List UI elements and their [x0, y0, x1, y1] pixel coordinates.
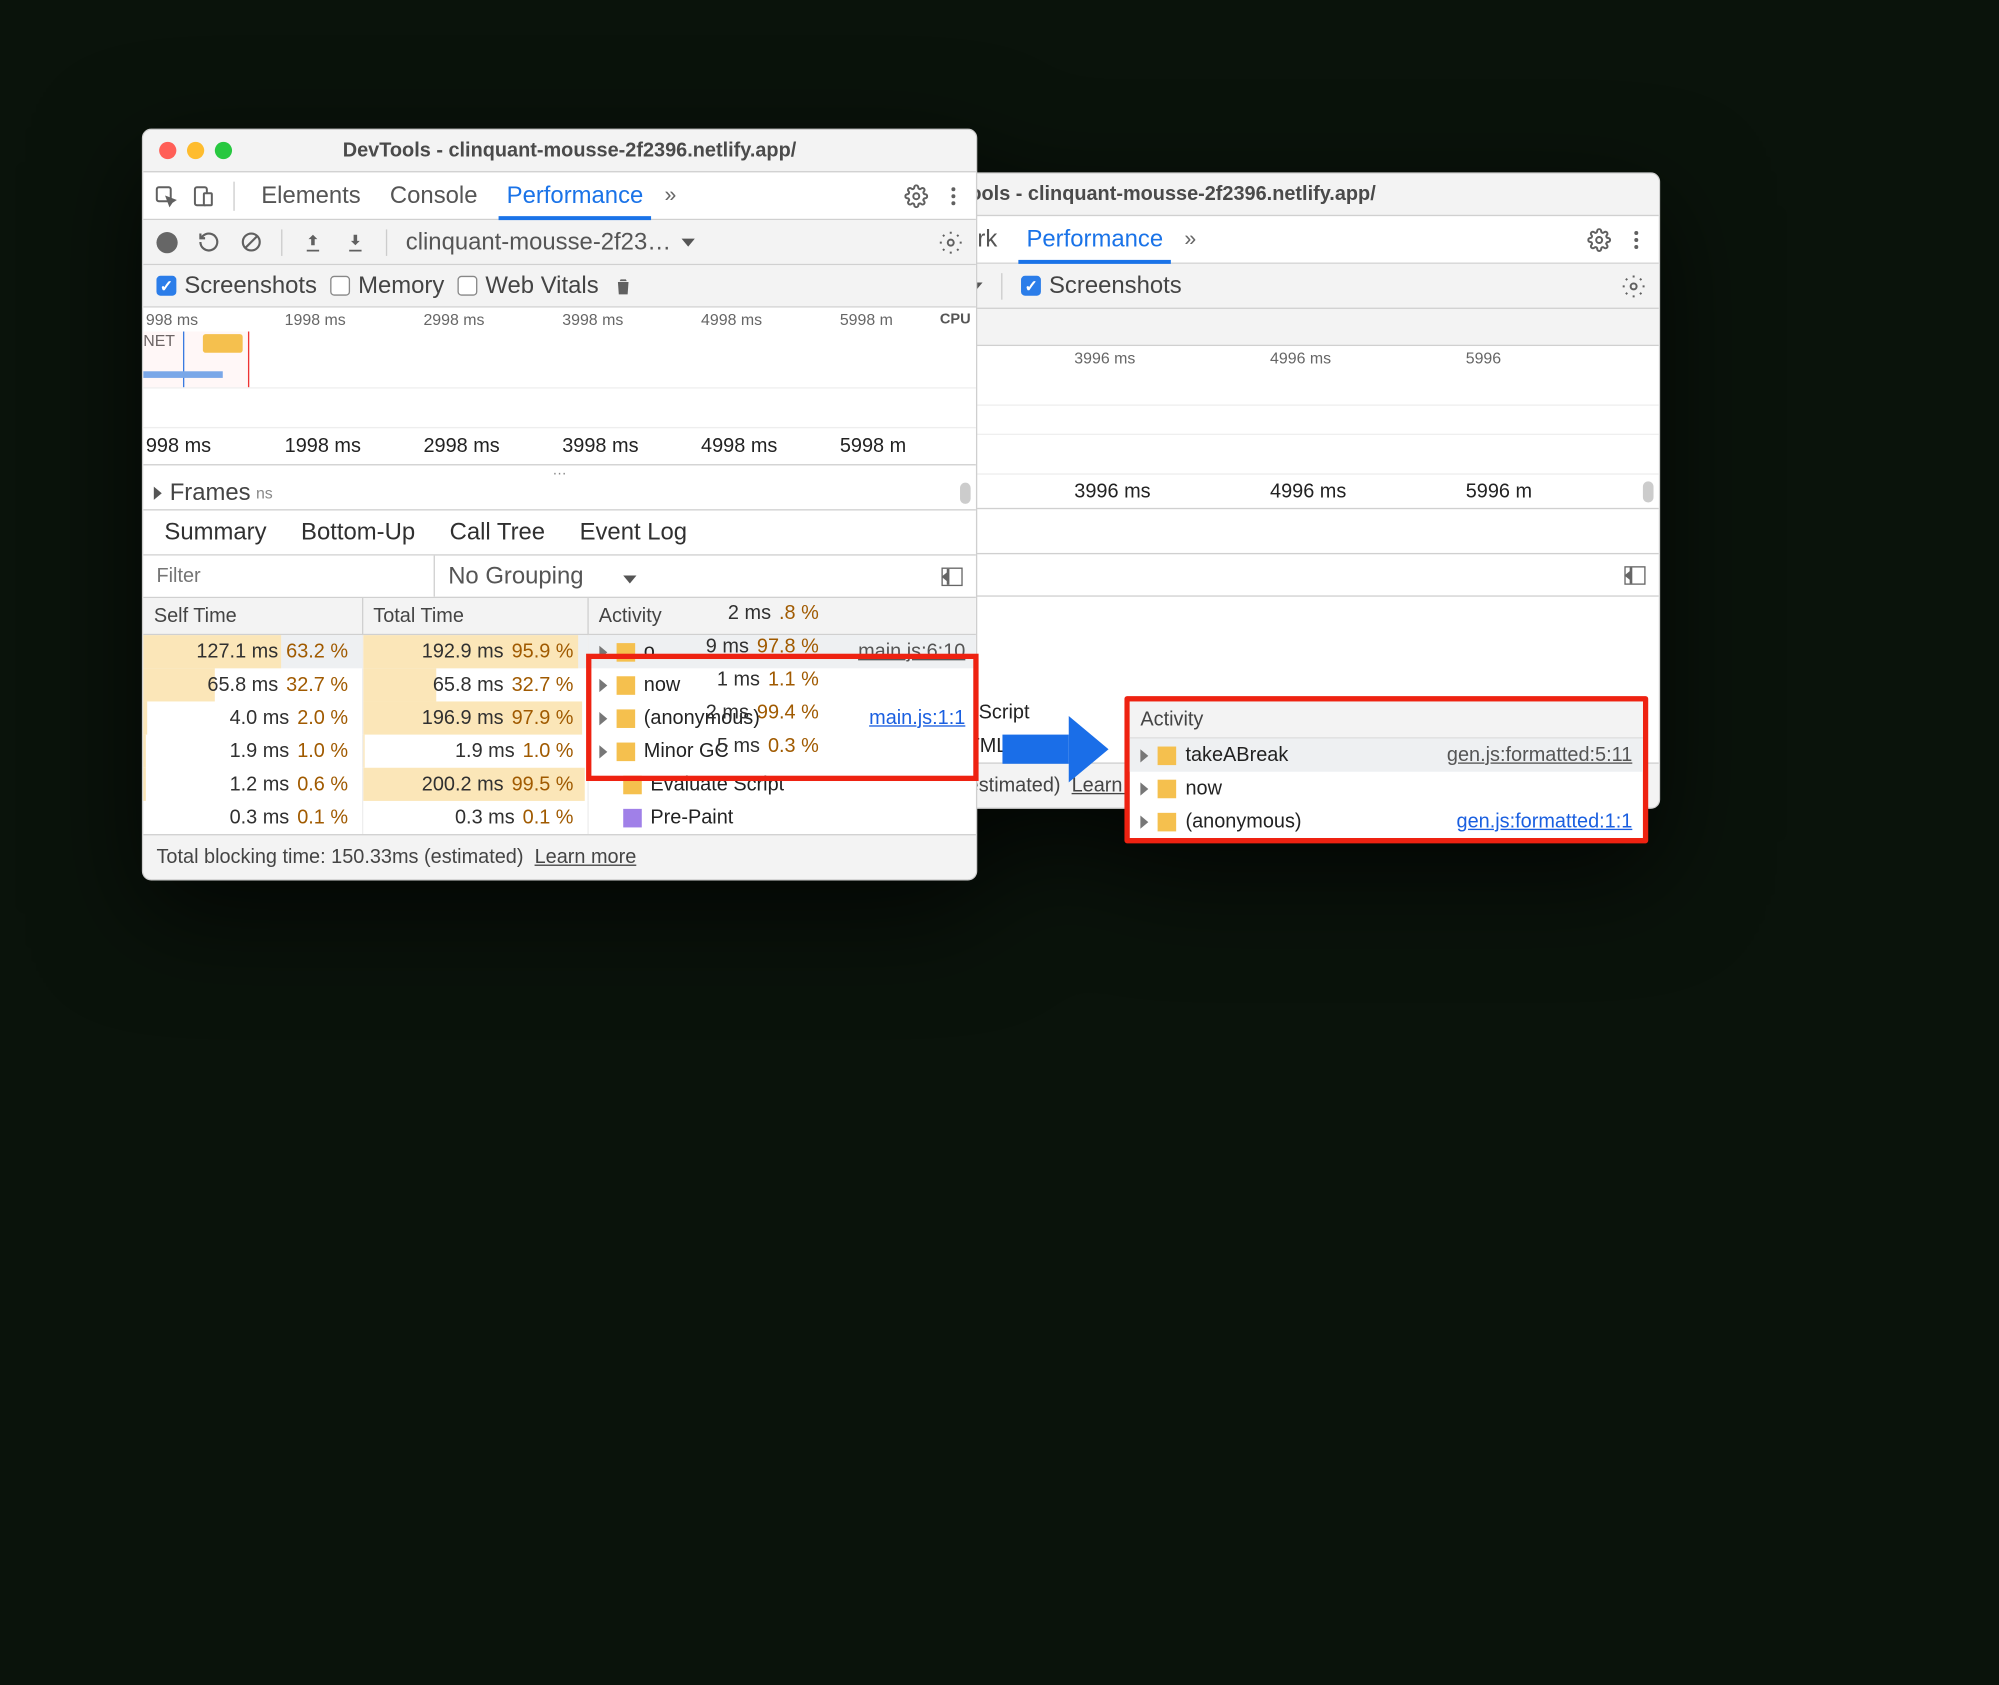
caret-down-icon — [682, 238, 695, 246]
subtab-eventlog[interactable]: Event Log — [566, 518, 700, 546]
subtab-calltree[interactable]: Call Tree — [436, 518, 558, 546]
script-icon — [1158, 779, 1177, 798]
table-row[interactable]: 127.1 ms63.2 %192.9 ms95.9 %omain.js:6:1… — [143, 634, 976, 668]
net-chunk — [143, 371, 223, 378]
more-tabs-icon[interactable]: » — [665, 184, 677, 208]
subtab-summary[interactable]: Summary — [151, 518, 280, 546]
checkbox-icon — [330, 276, 350, 296]
script-icon — [1158, 746, 1177, 765]
source-link[interactable]: main.js:1:1 — [869, 707, 965, 730]
activity-color-icon — [616, 709, 635, 728]
url-dropdown[interactable]: clinquant-mousse-2f23… — [406, 228, 695, 256]
table-row[interactable]: 0.3 ms0.1 %0.3 ms0.1 %Pre-Paint — [143, 801, 976, 834]
window-title: Tools - clinquant-mousse-2f2396.netlify.… — [959, 183, 1659, 206]
expand-icon[interactable] — [1140, 749, 1148, 762]
table-row[interactable]: 65.8 ms32.7 %65.8 ms32.7 %now — [143, 668, 976, 701]
kebab-icon[interactable] — [1624, 227, 1648, 251]
more-tabs-icon[interactable]: » — [1184, 227, 1196, 251]
screenshots-checkbox[interactable]: Screenshots — [1021, 272, 1182, 300]
sidepanel-toggle-icon[interactable] — [941, 567, 962, 586]
expand-icon[interactable] — [599, 645, 607, 658]
upload-icon[interactable] — [301, 230, 325, 254]
source-link[interactable]: gen.js:formatted:1:1 — [1457, 810, 1633, 833]
reload-icon[interactable] — [196, 230, 220, 254]
learn-more-link[interactable]: Learn more — [535, 846, 637, 869]
grouping-dropdown[interactable]: No Grouping — [435, 562, 976, 590]
cpu-label: CPU — [940, 312, 971, 328]
expand-icon[interactable] — [1140, 815, 1148, 828]
tab-performance[interactable]: Performance — [499, 172, 652, 218]
sidepanel-toggle-icon[interactable] — [1624, 566, 1645, 585]
comparison-arrow — [1002, 716, 1108, 782]
filter-row: No Grouping — [143, 556, 976, 598]
expand-icon[interactable] — [599, 711, 607, 724]
zoom-window-icon[interactable] — [215, 142, 232, 159]
timeline-overview[interactable]: 998 ms 1998 ms 2998 ms 3998 ms 4998 ms 5… — [143, 308, 976, 466]
tab-performance[interactable]: Performance — [1019, 216, 1172, 262]
perf-options-row: Screenshots Memory Web Vitals — [143, 265, 976, 307]
main-tabbar: Elements Console Performance » — [143, 172, 976, 220]
kebab-icon[interactable] — [941, 184, 965, 208]
expand-icon[interactable] — [154, 486, 162, 499]
traffic-lights[interactable] — [159, 142, 232, 159]
download-icon[interactable] — [343, 230, 367, 254]
filter-input[interactable] — [143, 556, 435, 597]
col-totaltime[interactable]: Total Time — [362, 598, 587, 634]
activity-color-icon — [616, 742, 635, 761]
inspect-icon[interactable] — [154, 184, 178, 208]
footer: Total blocking time: 150.33ms (estimated… — [143, 834, 976, 879]
activity-color-icon — [616, 642, 635, 661]
activity-color-icon — [623, 808, 642, 827]
trash-icon[interactable] — [612, 274, 636, 298]
perf-subtabs: Summary Bottom-Up Call Tree Event Log — [143, 511, 976, 556]
gear-icon[interactable] — [1622, 274, 1646, 298]
activity-color-icon — [616, 676, 635, 695]
table-row[interactable]: 4.0 ms2.0 %196.9 ms97.9 %(anonymous)main… — [143, 701, 976, 734]
highlight-box-after: Activity takeABreak gen.js:formatted:5:1… — [1124, 696, 1648, 843]
scroll-indicator[interactable] — [960, 482, 971, 503]
source-link[interactable]: main.js:6:10 — [858, 640, 965, 663]
activity-color-icon — [623, 775, 642, 794]
col-selftime[interactable]: Self Time — [143, 598, 362, 634]
source-link[interactable]: gen.js:formatted:5:11 — [1447, 744, 1632, 767]
titlebar[interactable]: DevTools - clinquant-mousse-2f2396.netli… — [143, 130, 976, 172]
activity-row[interactable]: (anonymous) gen.js:formatted:1:1 — [1130, 805, 1643, 838]
webvitals-checkbox[interactable]: Web Vitals — [458, 272, 599, 300]
subtab-bottomup[interactable]: Bottom-Up — [288, 518, 429, 546]
activity-row[interactable]: now — [1130, 772, 1643, 805]
gear-icon[interactable] — [904, 184, 928, 208]
table-row[interactable]: 1.9 ms1.0 %1.9 ms1.0 %Minor GC — [143, 735, 976, 768]
perf-toolbar: clinquant-mousse-2f23… — [143, 220, 976, 265]
frames-label: Frames — [170, 479, 251, 507]
frames-row[interactable]: Frames ns — [143, 476, 976, 510]
expand-icon[interactable] — [599, 678, 607, 691]
table-row[interactable]: 1.2 ms0.6 %200.2 ms99.5 %Evaluate Script — [143, 768, 976, 801]
screenshots-checkbox[interactable]: Screenshots — [156, 272, 317, 300]
flame-chunk — [203, 334, 243, 353]
expand-icon[interactable] — [599, 745, 607, 758]
perf-table: Self Time Total Time Activity 127.1 ms63… — [143, 598, 976, 834]
gear-icon[interactable] — [1587, 227, 1611, 251]
clear-icon[interactable] — [239, 230, 263, 254]
devtools-window-left: DevTools - clinquant-mousse-2f2396.netli… — [142, 129, 977, 881]
checkbox-icon — [458, 276, 478, 296]
tab-console[interactable]: Console — [382, 172, 485, 218]
checkbox-checked-icon — [156, 276, 176, 296]
window-title: DevTools - clinquant-mousse-2f2396.netli… — [243, 139, 976, 162]
script-icon — [1158, 812, 1177, 831]
checkbox-checked-icon — [1021, 276, 1041, 296]
minimize-window-icon[interactable] — [187, 142, 204, 159]
scroll-indicator[interactable] — [1643, 481, 1654, 502]
device-icon[interactable] — [191, 184, 215, 208]
close-window-icon[interactable] — [159, 142, 176, 159]
record-button[interactable] — [156, 231, 177, 252]
mini-activity-header: Activity — [1130, 701, 1643, 738]
expand-icon[interactable] — [1140, 782, 1148, 795]
memory-checkbox[interactable]: Memory — [330, 272, 444, 300]
caret-down-icon — [623, 575, 636, 583]
activity-row[interactable]: takeABreak gen.js:formatted:5:11 — [1130, 739, 1643, 772]
gear-icon[interactable] — [939, 230, 963, 254]
tab-elements[interactable]: Elements — [253, 172, 368, 218]
